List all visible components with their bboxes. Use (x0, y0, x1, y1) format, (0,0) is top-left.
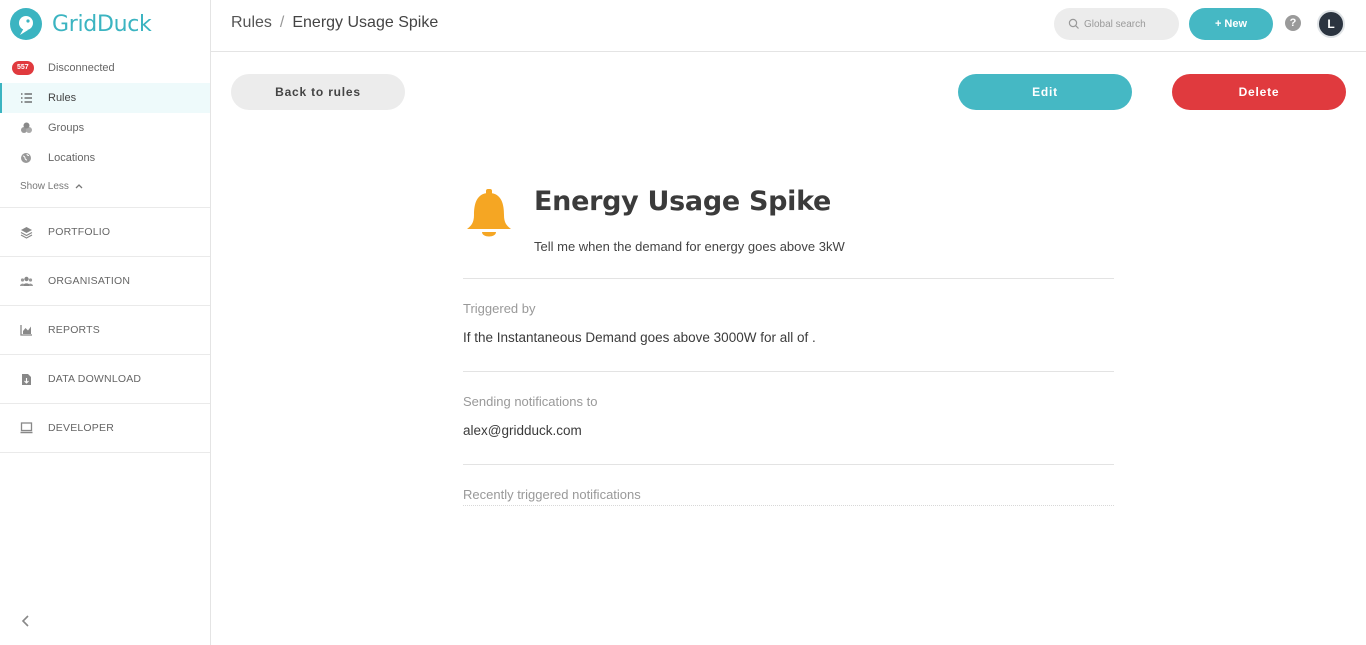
app-name: GridDuck (52, 11, 152, 37)
back-to-rules-button[interactable]: Back to rules (231, 74, 405, 110)
sidebar-item-groups[interactable]: Groups (0, 113, 210, 143)
divider (463, 464, 1114, 465)
sidebar-section-label: DEVELOPER (48, 422, 114, 434)
chart-icon (19, 323, 33, 337)
sidebar-item-label: Groups (48, 122, 85, 134)
sidebar-section-developer[interactable]: DEVELOPER (0, 403, 210, 452)
sidebar-item-locations[interactable]: Locations (0, 143, 210, 173)
triggered-by-value: If the Instantaneous Demand goes above 3… (463, 330, 816, 345)
sidebar-item-disconnected[interactable]: 557 Disconnected (0, 53, 210, 83)
chevron-up-icon (75, 181, 83, 192)
search-icon (1068, 18, 1080, 30)
recent-notifications-label: Recently triggered notifications (463, 487, 641, 502)
show-less-label: Show Less (20, 181, 69, 192)
breadcrumb: Rules / Energy Usage Spike (231, 14, 438, 32)
new-button[interactable]: + New (1189, 8, 1273, 40)
sidebar-item-label: Locations (48, 152, 96, 164)
collapse-sidebar-button[interactable] (18, 612, 34, 630)
search-placeholder: Global search (1084, 18, 1146, 30)
top-header: Rules / Energy Usage Spike Global search… (211, 0, 1366, 52)
show-less-toggle[interactable]: Show Less (20, 181, 83, 192)
sidebar-item-rules[interactable]: Rules (0, 83, 210, 113)
sidebar-divider (0, 452, 210, 453)
sidebar-section-data-download[interactable]: DATA DOWNLOAD (0, 354, 210, 403)
download-icon (19, 372, 33, 386)
people-icon (19, 274, 33, 288)
sidebar-section-portfolio[interactable]: PORTFOLIO (0, 207, 210, 256)
divider (463, 278, 1114, 279)
chevron-left-icon (18, 615, 34, 634)
sidebar-section-label: REPORTS (48, 324, 100, 336)
global-search-input[interactable]: Global search (1054, 8, 1179, 40)
layers-icon (19, 225, 33, 239)
sidebar-section-label: PORTFOLIO (48, 226, 111, 238)
monitor-icon (19, 421, 33, 435)
notifications-label: Sending notifications to (463, 394, 598, 409)
sidebar-section-organisation[interactable]: ORGANISATION (0, 256, 210, 305)
sidebar-section-label: DATA DOWNLOAD (48, 373, 142, 385)
avatar[interactable]: L (1317, 10, 1345, 38)
rule-description: Tell me when the demand for energy goes … (534, 239, 845, 254)
help-icon[interactable]: ? (1285, 15, 1301, 31)
sidebar-item-label: Disconnected (48, 62, 115, 74)
disconnected-count-badge: 557 (12, 61, 34, 75)
sidebar-item-label: Rules (48, 92, 77, 104)
logo[interactable]: GridDuck (10, 8, 152, 40)
groups-icon (19, 121, 33, 135)
bell-icon (465, 189, 513, 241)
delete-button[interactable]: Delete (1172, 74, 1346, 110)
sidebar-section-reports[interactable]: REPORTS (0, 305, 210, 354)
sidebar: GridDuck 557 Disconnected Rules Groups L… (0, 0, 211, 645)
globe-icon (19, 151, 33, 165)
notification-recipient: alex@gridduck.com (463, 423, 582, 438)
breadcrumb-rules-link[interactable]: Rules (231, 14, 272, 32)
breadcrumb-current: Energy Usage Spike (292, 14, 439, 31)
breadcrumb-separator: / (279, 14, 285, 31)
sidebar-section-label: ORGANISATION (48, 275, 131, 287)
recent-notifications-divider (463, 505, 1114, 506)
divider (463, 371, 1114, 372)
gridduck-logo-icon (10, 8, 42, 40)
edit-button[interactable]: Edit (958, 74, 1132, 110)
list-check-icon (19, 91, 33, 105)
rule-title: Energy Usage Spike (534, 186, 832, 217)
triggered-by-label: Triggered by (463, 301, 536, 316)
